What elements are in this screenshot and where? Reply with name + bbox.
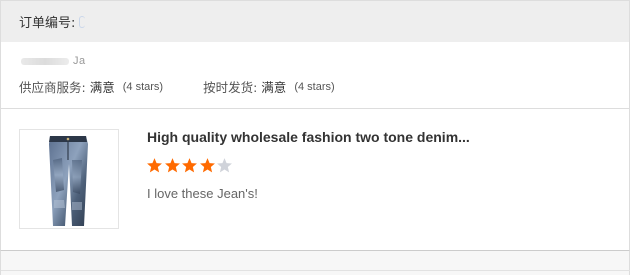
order-number-label: 订单编号: [19,16,76,31]
rating-value: 满意 [261,80,287,95]
product-review-row: High quality wholesale fashion two tone … [0,109,630,251]
order-header: 订单编号: [0,0,630,42]
seller-feedback-summary: Ja 供应商服务: 满意 (4 stars) 按时发货: 满意 (4 stars… [0,42,630,109]
rating-stars-text: (4 stars) [294,80,335,93]
order-number-value[interactable] [79,15,86,28]
rating-label: 按时发货: [203,80,258,95]
seller-ratings-row: 供应商服务: 满意 (4 stars) 按时发货: 满意 (4 stars) [19,77,375,96]
star-empty-icon [217,158,232,173]
buyer-name: Ja [21,55,86,67]
rating-supplier-service: 供应商服务: 满意 (4 stars) [19,77,163,96]
rating-stars-text: (4 stars) [122,80,164,93]
rating-value: 满意 [89,80,115,95]
next-item-strip [0,251,630,275]
star-filled-icon [147,158,162,173]
star-filled-icon [199,158,215,173]
divider [1,270,630,271]
product-title-link[interactable]: High quality wholesale fashion two tone … [147,129,470,145]
product-image[interactable] [19,129,119,229]
star-filled-icon [164,158,180,173]
buyer-name-redacted [21,57,69,65]
rating-on-time-shipping: 按时发货: 满意 (4 stars) [203,77,335,96]
jeans-icon [49,136,88,226]
review-text: I love these Jean's! [147,186,258,201]
rating-label: 供应商服务: [19,80,86,95]
star-filled-icon [182,158,197,173]
product-star-rating [146,157,234,174]
buyer-name-text: Ja [73,55,86,67]
